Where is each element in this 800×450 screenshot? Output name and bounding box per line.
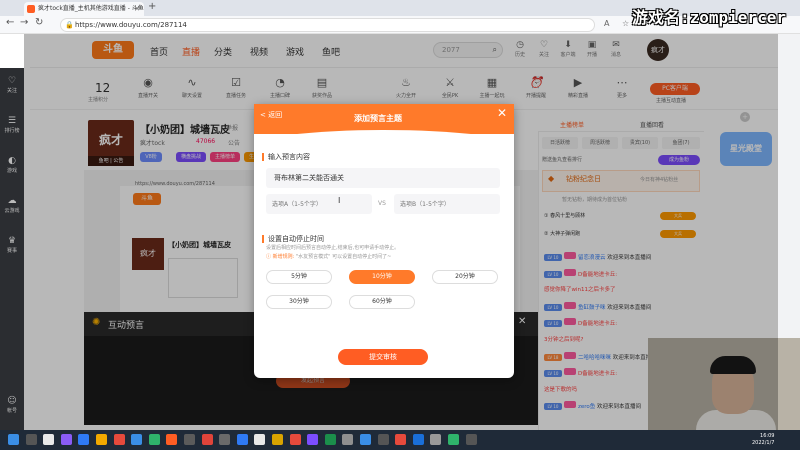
sidebar-item-rank[interactable]: ☰ 排行榜 [0, 116, 24, 134]
taskbar-app-icon[interactable] [131, 434, 143, 445]
new-rule-note: ⓘ 新增规则: "水友预言模式" 可以设置自动停止时间了~ [266, 253, 506, 260]
section-marker [262, 153, 264, 161]
taskbar-clock[interactable]: 16:09 2022/1/7 [752, 433, 774, 447]
cloud-icon: ☁ [7, 196, 17, 206]
sidebar-item-account[interactable]: ☺ 帐号 [0, 396, 24, 414]
taskbar-app-icon[interactable] [289, 434, 301, 445]
taskbar-taskview-icon[interactable] [43, 434, 55, 445]
tab-title: 疯才tock直播_主机其他游戏直播 - 斗鱼 [38, 5, 144, 12]
duration-60min[interactable]: 60分钟 [349, 295, 415, 309]
taskbar-search-icon[interactable] [25, 434, 37, 445]
taskbar-app-icon[interactable] [201, 434, 213, 445]
list-icon: ☰ [7, 116, 16, 126]
taskbar-explorer-icon[interactable] [96, 434, 107, 445]
info-icon: ⓘ [266, 254, 273, 260]
submit-review-button[interactable]: 提交审核 [338, 349, 428, 365]
game-name-overlay: 游戏名:zompiercer [632, 8, 786, 27]
taskbar-app-icon[interactable] [236, 434, 248, 445]
taskbar-start-icon[interactable] [8, 434, 19, 445]
section-prediction-content: 输入预言内容 [268, 153, 310, 161]
taskbar-app-icon[interactable] [395, 434, 407, 445]
taskbar-app-icon[interactable] [448, 434, 459, 445]
taskbar-app-icon[interactable] [465, 434, 477, 445]
modal-title: 添加预言主题 [354, 114, 402, 123]
taskbar-app-icon[interactable] [272, 434, 283, 445]
new-rule-prefix: 新增规则: [272, 254, 295, 260]
vs-label: VS [378, 200, 386, 207]
sidebar-item-game[interactable]: ◐ 游戏 [0, 156, 24, 174]
taskbar-app-icon[interactable] [148, 434, 160, 445]
section-auto-stop: 设置自动停止时间 [268, 235, 324, 243]
sidebar-item-events[interactable]: ♛ 赛事 [0, 236, 24, 254]
sidebar-item-follow[interactable]: ♡ 关注 [0, 76, 24, 94]
duration-30min[interactable]: 30分钟 [266, 295, 332, 309]
duration-5min[interactable]: 5分钟 [266, 270, 332, 284]
taskbar-app-icon[interactable] [430, 434, 442, 445]
forward-icon[interactable]: → [20, 17, 28, 28]
heart-icon: ♡ [7, 76, 17, 86]
duration-20min[interactable]: 20分钟 [432, 270, 498, 284]
reload-icon[interactable]: ↻ [35, 17, 43, 28]
read-aloud-icon[interactable]: A [604, 19, 609, 28]
url-text: https://www.douyu.com/287114 [75, 21, 187, 29]
taskbar-app-icon[interactable] [184, 434, 195, 445]
taskbar-app-icon[interactable] [342, 434, 354, 445]
sidebar-item-cloud-game[interactable]: ☁ 云游戏 [0, 196, 24, 214]
tab-close-icon[interactable]: ✕ [134, 2, 140, 16]
browser-tab[interactable]: 疯才tock直播_主机其他游戏直播 - 斗鱼 ✕ [24, 2, 144, 16]
taskbar-widgets-icon[interactable] [60, 434, 72, 445]
lock-icon: 🔒 [65, 21, 74, 29]
modal-back-button[interactable]: < 返回 [260, 110, 282, 120]
taskbar-app-icon[interactable] [377, 434, 389, 445]
user-icon: ☺ [7, 396, 17, 406]
modal-close-icon[interactable]: ✕ [497, 106, 507, 120]
douyu-favicon-icon [27, 5, 35, 13]
back-icon[interactable]: ← [6, 17, 14, 28]
auto-stop-note: 设置后相应时间后预言自动停止,结束后,也可申请手动停止。 [266, 245, 400, 251]
text-cursor-icon: I [338, 196, 341, 205]
taskbar-app-icon[interactable] [254, 434, 266, 445]
section-marker [262, 235, 264, 243]
new-rule-text: "水友预言模式" 可以设置自动停止时间了~ [295, 254, 392, 260]
duration-10min[interactable]: 10分钟 [349, 270, 415, 284]
taskbar-app-icon[interactable] [324, 434, 336, 445]
trophy-icon: ♛ [7, 236, 17, 246]
gamepad-icon: ◐ [8, 156, 16, 166]
favorites-star-icon[interactable]: ☆ [622, 19, 629, 28]
taskbar-steam-icon[interactable] [412, 434, 424, 445]
option-b-input[interactable] [394, 194, 500, 214]
taskbar-app-icon[interactable] [360, 434, 371, 445]
option-a-input[interactable] [266, 194, 372, 214]
new-tab-button[interactable]: + [148, 1, 156, 12]
taskbar-app-icon[interactable] [219, 434, 231, 445]
url-field[interactable]: 🔒 https://www.douyu.com/287114 [60, 18, 595, 32]
taskbar-douyu-icon[interactable] [166, 434, 178, 445]
taskbar-edge-icon[interactable] [78, 434, 90, 445]
right-rail [778, 34, 800, 338]
taskbar-app-icon[interactable] [307, 434, 319, 445]
prediction-topic-input[interactable] [266, 168, 500, 188]
taskbar-app-icon[interactable] [113, 434, 125, 445]
